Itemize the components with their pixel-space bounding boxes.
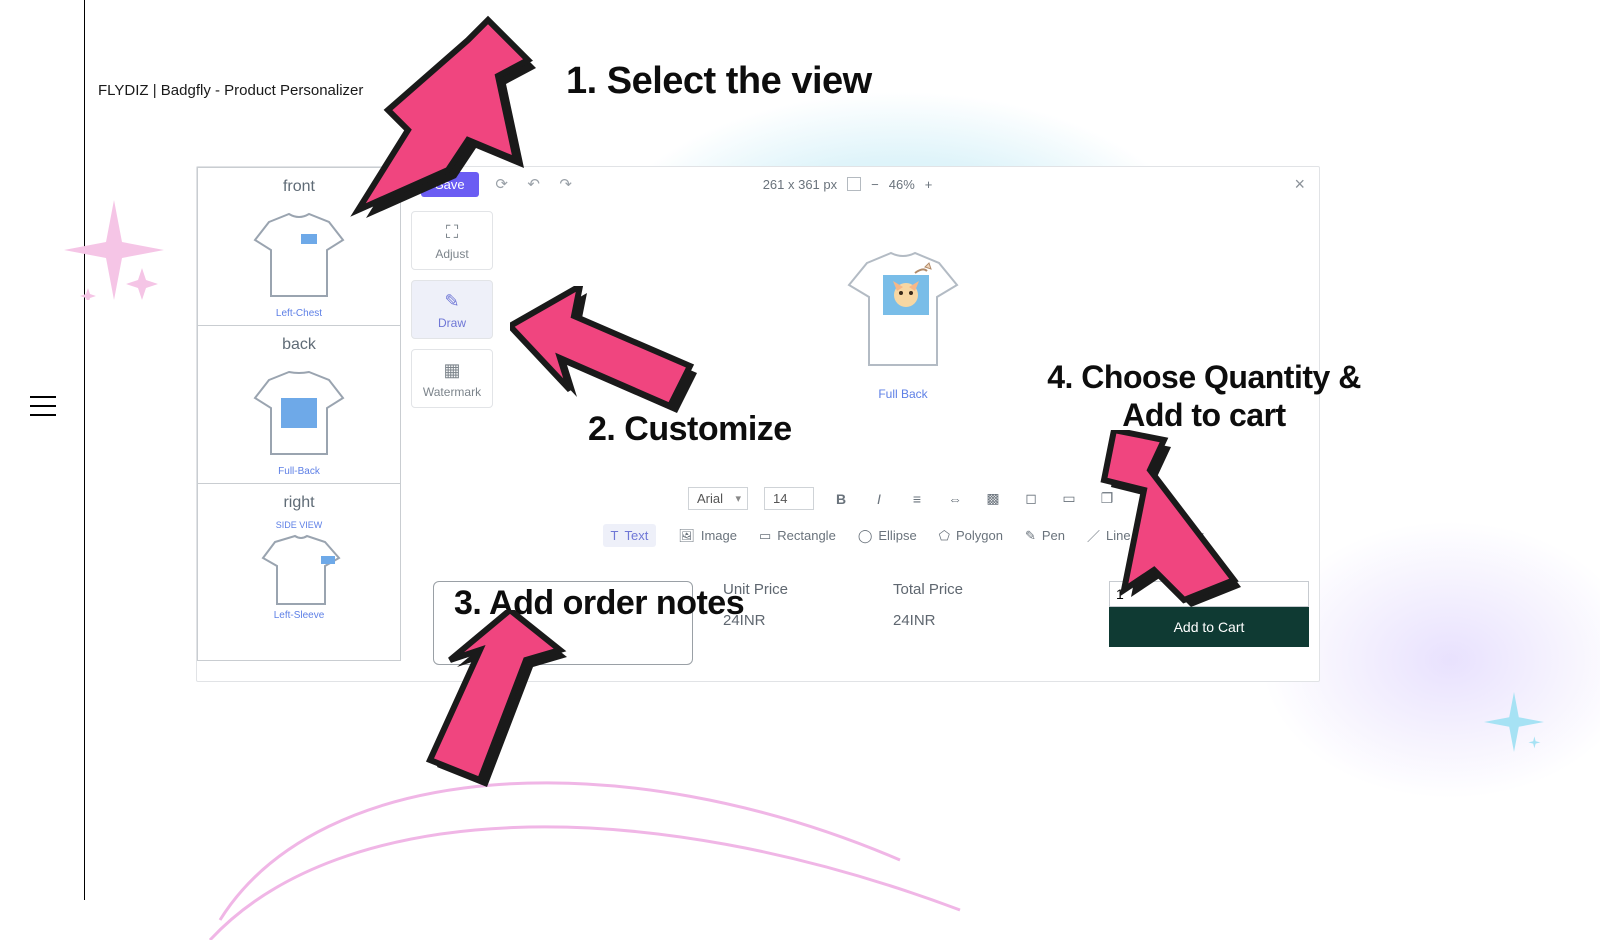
line-icon: ／ [1087,526,1100,545]
annotation-step4-line2: Add to cart [1122,397,1285,433]
tool-line[interactable]: ／ Line [1087,526,1131,545]
total-price-block: Total Price 24INR [893,581,1033,629]
tshirt-back-icon [239,362,359,462]
add-to-cart-button[interactable]: Add to Cart [1109,607,1309,647]
watermark-icon: ▦ [412,360,492,381]
annotation-step2: 2. Customize [588,410,792,449]
view-front[interactable]: front Left-Chest [198,168,400,326]
italic-button[interactable]: I [868,488,890,510]
zoom-out-icon[interactable]: − [871,177,879,192]
tool-adjust-label: Adjust [435,247,468,261]
tool-rectangle[interactable]: ▭ Rectangle [759,528,836,544]
tool-pen[interactable]: ✎ Pen [1025,528,1065,544]
tool-image[interactable]: 🖼 Image [678,528,737,544]
tool-arrow-label: Arrow [1170,528,1204,543]
spacing-button[interactable]: ⇔ [944,488,966,510]
align-button[interactable]: ≡ [906,488,928,510]
tool-line-label: Line [1106,528,1131,543]
layer-button[interactable]: ❐ [1096,488,1118,510]
border-button[interactable]: ◻ [1020,488,1042,510]
view-back-label: back [198,336,400,354]
annotation-step4-line1: 4. Choose Quantity & [1047,359,1361,395]
close-icon[interactable]: × [1294,174,1309,195]
view-right-sideview-caption: SIDE VIEW [198,520,400,530]
tshirt-side-icon [239,530,359,610]
view-front-label: front [198,178,400,196]
total-price-value: 24INR [893,612,1033,629]
save-button[interactable]: Save [421,172,479,197]
text-toolbar: Arial 14 B I ≡ ⇔ ▩ ◻ ▭ ❐ T Text 🖼 Image ▭ R… [497,487,1309,547]
pen-icon: ✎ [1025,528,1036,544]
zoom-in-icon[interactable]: + [925,177,933,192]
refresh-icon[interactable]: ⟳ [493,175,511,193]
tshirt-canvas-icon [833,241,973,381]
view-back[interactable]: back Full-Back [198,326,400,484]
image-icon: 🖼 [678,528,695,544]
tool-pen-label: Pen [1042,528,1065,543]
view-right[interactable]: right SIDE VIEW Left-Sleeve [198,484,400,627]
sparkle-pink-icon [64,200,164,300]
screen-button[interactable]: ▭ [1058,488,1080,510]
decor-swoosh [200,740,1100,940]
zoom-level: 46% [889,177,915,192]
bold-button[interactable]: B [830,488,852,510]
tool-text[interactable]: T Text [603,524,657,547]
rectangle-icon: ▭ [759,528,771,544]
tool-watermark-label: Watermark [423,385,481,399]
tshirt-front-icon [239,204,359,304]
annotation-step4: 4. Choose Quantity & Add to cart [1034,358,1374,435]
zoom-info: 261 x 361 px − 46% + [763,177,933,192]
tool-ellipse-label: Ellipse [878,528,916,543]
adjust-icon: ⛶ [412,222,492,243]
tool-adjust[interactable]: ⛶ Adjust [411,211,493,270]
tool-draw-label: Draw [438,316,466,330]
tool-polygon-label: Polygon [956,528,1003,543]
redo-icon[interactable]: ↷ [557,175,575,193]
view-back-caption: Full-Back [198,466,400,477]
view-right-label: right [198,494,400,512]
view-front-caption: Left-Chest [198,308,400,319]
vertical-separator [84,0,85,900]
tool-text-label: Text [624,528,648,543]
draw-icon: ✎ [412,291,492,312]
annotation-step3: 3. Add order notes [454,584,744,623]
views-column: front Left-Chest back Full-Back right SI… [197,167,401,661]
annotation-step1: 1. Select the view [566,60,872,103]
tool-ellipse[interactable]: ◯ Ellipse [858,528,917,544]
hamburger-menu[interactable] [30,396,56,418]
quantity-input[interactable] [1109,581,1309,607]
side-tools: ⛶ Adjust ✎ Draw ▦ Watermark [411,211,493,408]
tool-draw[interactable]: ✎ Draw [411,280,493,339]
canvas-dimensions: 261 x 361 px [763,177,837,192]
font-select[interactable]: Arial [688,487,748,510]
tool-arrow[interactable]: ↗ Arrow [1153,528,1204,544]
tool-polygon[interactable]: ⬠ Polygon [939,528,1003,544]
page-title: FLYDIZ | Badgfly - Product Personalizer [98,82,363,99]
text-icon: T [611,528,619,543]
ellipse-icon: ◯ [858,528,873,544]
arrow-tool-icon: ↗ [1153,528,1164,544]
font-size-input[interactable]: 14 [764,487,814,510]
polygon-icon: ⬠ [939,528,950,544]
tool-watermark[interactable]: ▦ Watermark [411,349,493,408]
total-price-label: Total Price [893,581,1033,598]
tool-rectangle-label: Rectangle [777,528,836,543]
fit-icon[interactable] [847,177,861,191]
view-right-caption: Left-Sleeve [198,610,400,621]
editor-topbar: Save ⟳ ↶ ↷ 261 x 361 px − 46% + × [411,167,1319,201]
tool-image-label: Image [701,528,737,543]
pattern-button[interactable]: ▩ [982,488,1004,510]
undo-icon[interactable]: ↶ [525,175,543,193]
